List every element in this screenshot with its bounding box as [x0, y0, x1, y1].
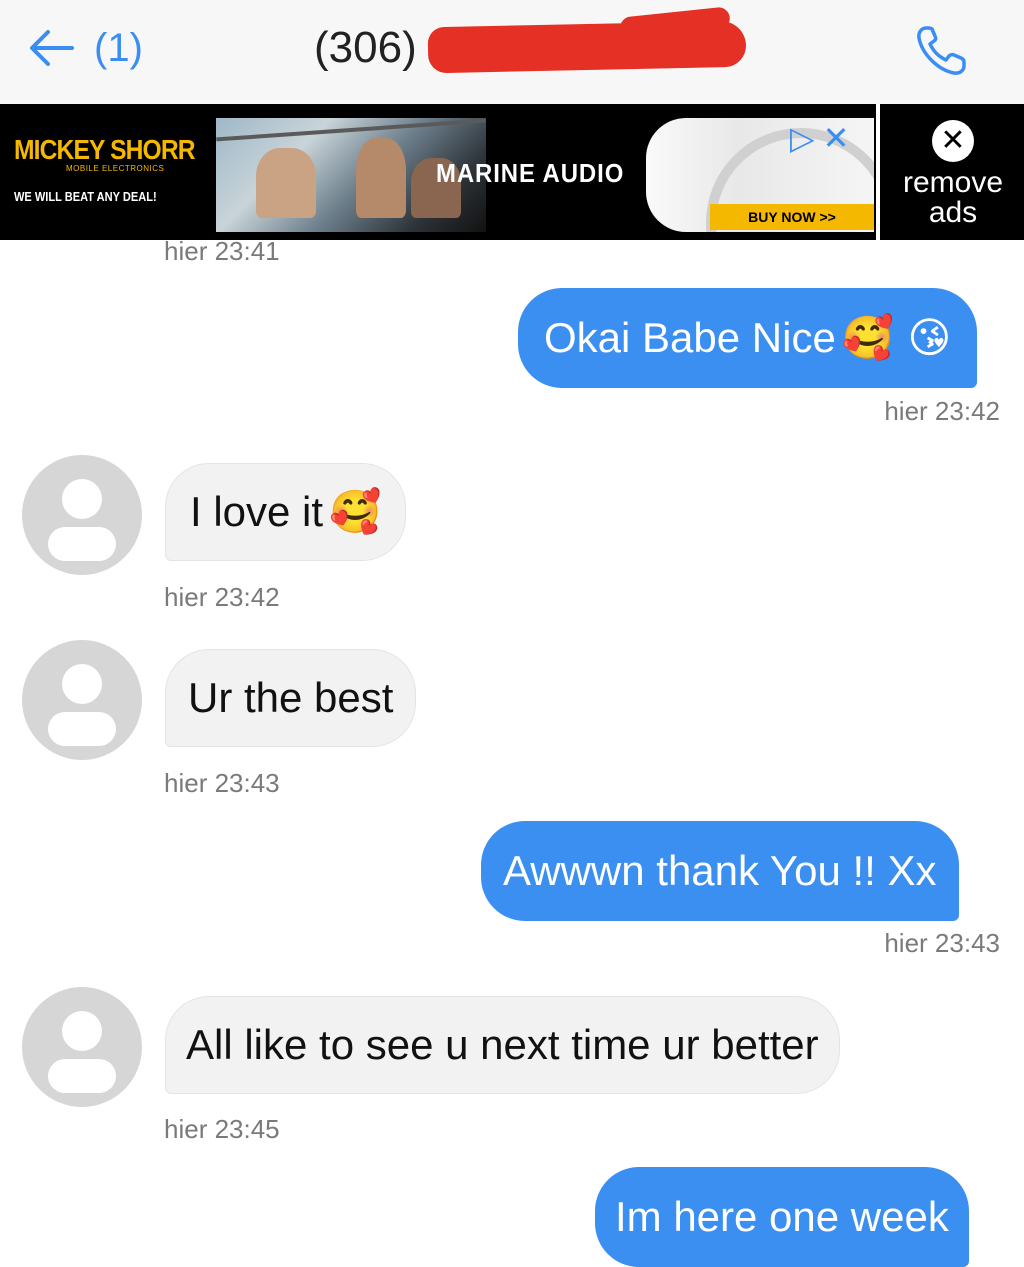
incoming-message[interactable]: Ur the best	[165, 649, 417, 747]
close-ad-icon[interactable]: ✕	[823, 122, 850, 154]
adchoices-icon[interactable]: ▷	[790, 122, 815, 154]
message-text: Ur the best	[188, 674, 394, 721]
conversation-header: (1) (306)	[0, 0, 1024, 104]
unread-count: (1)	[94, 25, 143, 70]
message-timestamp: hier 23:43	[884, 928, 1000, 958]
ad-brand: MICKEY SHORR MOBILE ELECTRONICS WE WILL …	[14, 134, 210, 204]
message-text: Awwwn thank You !! Xx	[503, 847, 937, 894]
message-text: I love it	[190, 488, 324, 535]
ad-tagline: WE WILL BEAT ANY DEAL!	[14, 189, 157, 204]
outgoing-message[interactable]: Im here one week	[595, 1167, 969, 1267]
ad-brand-name: MICKEY SHORR	[14, 134, 196, 165]
call-button[interactable]	[912, 20, 972, 80]
avatar[interactable]	[22, 640, 142, 760]
emoji: 🥰	[329, 487, 382, 536]
message-text: Okai Babe Nice	[544, 314, 836, 361]
remove-ads-label: ads	[928, 196, 978, 229]
contact-number: (306)	[314, 23, 417, 72]
remove-ads-label: remove	[902, 166, 1004, 199]
avatar[interactable]	[22, 987, 142, 1107]
outgoing-message[interactable]: Okai Babe Nice 🥰 😘	[518, 288, 978, 388]
phone-icon	[917, 26, 966, 75]
ad-banner[interactable]: MICKEY SHORR MOBILE ELECTRONICS WE WILL …	[0, 104, 1024, 240]
message-text: All like to see u next time ur better	[186, 1021, 819, 1068]
ad-product: MARINE AUDIO	[436, 158, 625, 188]
message-timestamp: hier 23:43	[164, 768, 280, 798]
buy-now-button[interactable]: BUY NOW >>	[710, 204, 874, 230]
incoming-message[interactable]: All like to see u next time ur better	[165, 996, 840, 1094]
message-timestamp: hier 23:45	[164, 1114, 280, 1144]
incoming-message[interactable]: I love it 🥰	[165, 463, 407, 561]
emoji: 🥰 😘	[841, 313, 952, 362]
remove-ads-button[interactable]: ✕ remove ads	[882, 120, 1024, 228]
avatar[interactable]	[22, 455, 142, 575]
message-text: Im here one week	[615, 1193, 949, 1240]
message-timestamp: hier 23:41	[164, 236, 280, 266]
ad-divider	[876, 104, 880, 240]
message-timestamp: hier 23:42	[884, 396, 1000, 426]
arrow-left-icon	[30, 30, 74, 66]
message-timestamp: hier 23:42	[164, 582, 280, 612]
outgoing-message[interactable]: Awwwn thank You !! Xx	[481, 821, 959, 921]
back-button[interactable]: (1)	[24, 18, 143, 78]
close-icon: ✕	[932, 120, 974, 162]
